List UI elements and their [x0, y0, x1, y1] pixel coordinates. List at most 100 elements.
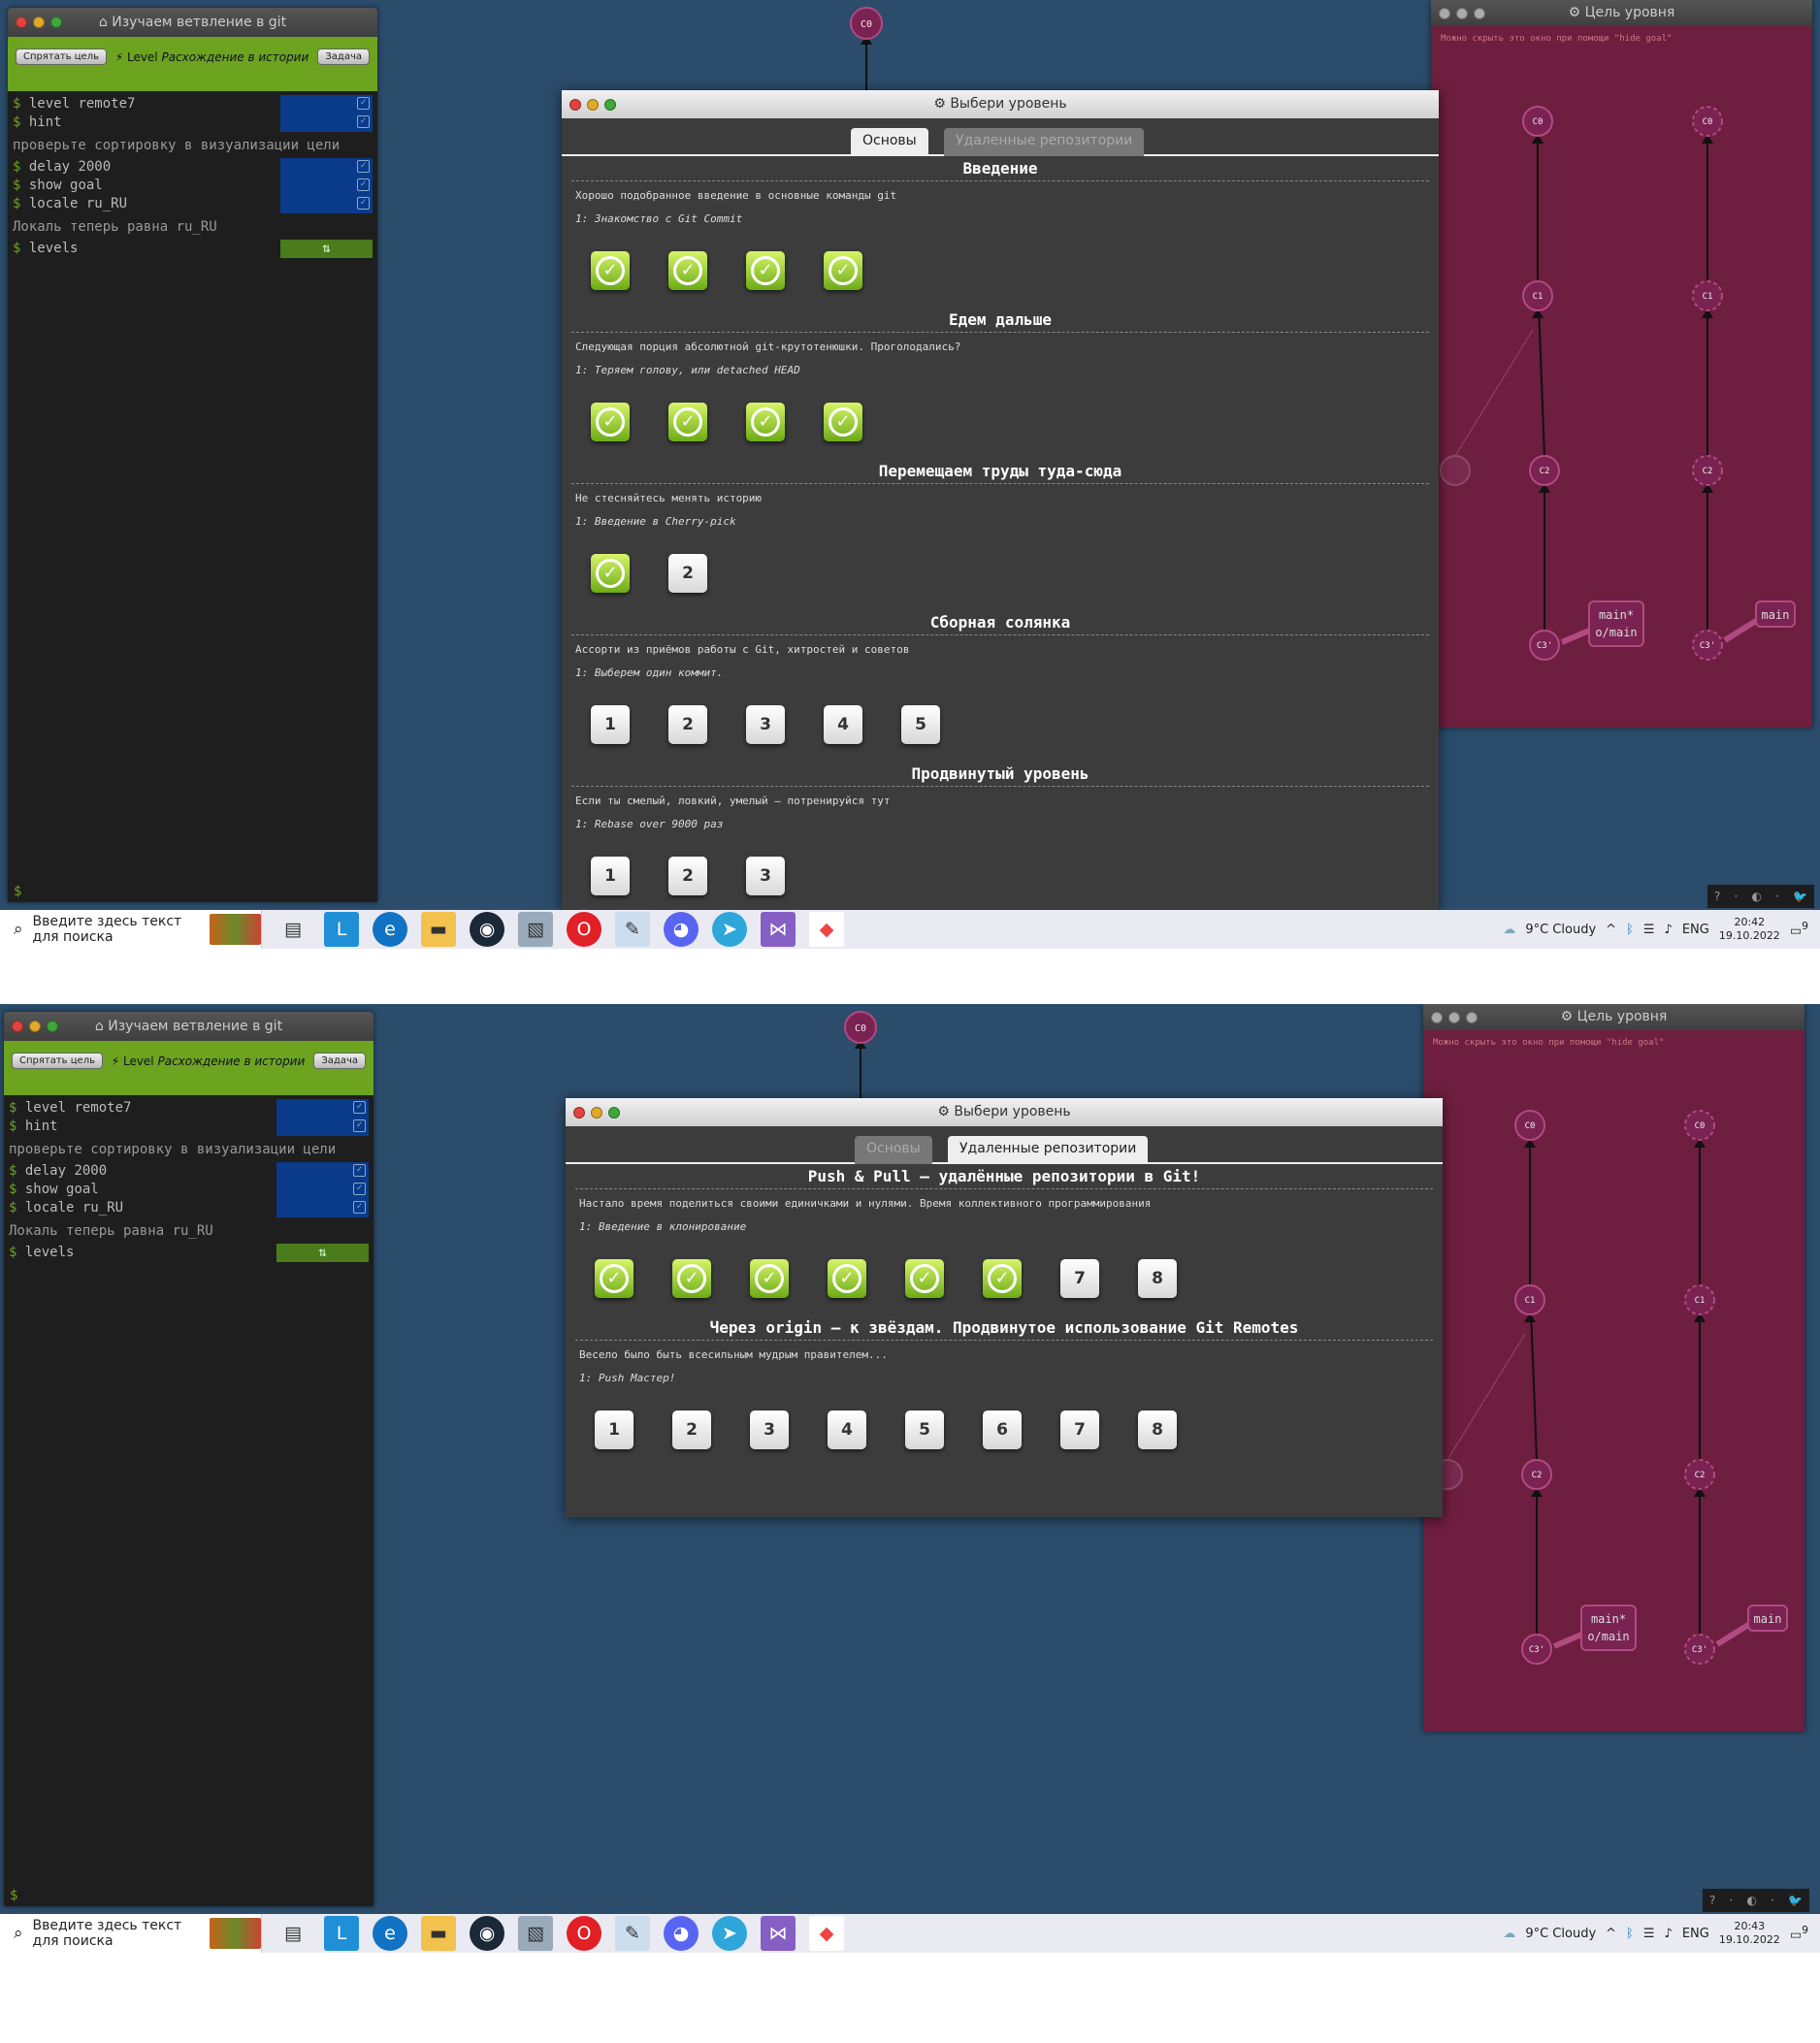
- edge-icon[interactable]: e: [373, 912, 407, 947]
- help-bar-icon[interactable]: ·: [1735, 890, 1739, 903]
- discord-icon[interactable]: ◕: [664, 912, 699, 947]
- level-button[interactable]: 4: [824, 705, 862, 744]
- level-button[interactable]: 2: [668, 705, 707, 744]
- notifications-icon[interactable]: ▭9: [1790, 920, 1808, 938]
- visual-studio-icon[interactable]: ⋈: [761, 1916, 796, 1951]
- level-button[interactable]: 4: [828, 1411, 866, 1449]
- level-button-completed[interactable]: ✓: [591, 403, 630, 441]
- help-bar-icon[interactable]: ·: [1730, 1894, 1734, 1907]
- tab-basics[interactable]: Основы: [855, 1136, 932, 1164]
- network-icon[interactable]: ☰: [1643, 923, 1655, 937]
- steam-icon[interactable]: ◉: [470, 1916, 504, 1951]
- help-bar-icon[interactable]: ◐: [1751, 890, 1761, 903]
- weather-text[interactable]: 9°C Cloudy: [1525, 1927, 1596, 1941]
- help-bar-icon[interactable]: ·: [1775, 890, 1779, 903]
- help-bar-icon[interactable]: ?: [1709, 1894, 1715, 1907]
- level-button[interactable]: 6: [983, 1411, 1022, 1449]
- volume-icon[interactable]: ♪: [1665, 1927, 1673, 1941]
- notifications-icon[interactable]: ▭9: [1790, 1924, 1808, 1942]
- file-explorer-icon[interactable]: ▬: [421, 912, 456, 947]
- weather-text[interactable]: 9°C Cloudy: [1525, 923, 1596, 937]
- level-button-completed[interactable]: ✓: [824, 251, 862, 290]
- telegram-icon[interactable]: ➤: [712, 912, 747, 947]
- clock[interactable]: 20:43 19.10.2022: [1719, 1920, 1780, 1947]
- help-bar-icon[interactable]: ?: [1714, 890, 1720, 903]
- help-bar-icon[interactable]: ◐: [1746, 1894, 1756, 1907]
- level-button-completed[interactable]: ✓: [824, 403, 862, 441]
- discord-icon[interactable]: ◕: [664, 1916, 699, 1951]
- level-button[interactable]: 8: [1138, 1411, 1177, 1449]
- level-button-completed[interactable]: ✓: [668, 251, 707, 290]
- language-indicator[interactable]: ENG: [1682, 1927, 1709, 1941]
- help-bar-icon[interactable]: ·: [1771, 1894, 1774, 1907]
- level-button-completed[interactable]: ✓: [746, 251, 785, 290]
- task-view-icon[interactable]: ▤: [276, 1916, 310, 1951]
- terminal-prompt[interactable]: $: [14, 884, 21, 899]
- level-button-completed[interactable]: ✓: [591, 554, 630, 593]
- level-button[interactable]: 7: [1060, 1411, 1099, 1449]
- app-l-icon[interactable]: L: [324, 912, 359, 947]
- tab-remote[interactable]: Удаленные репозитории: [944, 128, 1145, 156]
- level-button[interactable]: 1: [591, 857, 630, 895]
- paint-icon[interactable]: ✎: [615, 912, 650, 947]
- checkmark-icon: ✓: [673, 407, 702, 437]
- terminal-prompt[interactable]: $: [10, 1888, 17, 1903]
- level-button[interactable]: 3: [746, 705, 785, 744]
- level-button[interactable]: 8: [1138, 1259, 1177, 1298]
- bluetooth-icon[interactable]: ᛒ: [1626, 923, 1634, 937]
- steam-icon[interactable]: ◉: [470, 912, 504, 947]
- level-button[interactable]: 2: [668, 554, 707, 593]
- help-bar-icon[interactable]: 🐦: [1788, 1894, 1803, 1907]
- level-button-completed[interactable]: ✓: [591, 251, 630, 290]
- tab-basics[interactable]: Основы: [851, 128, 928, 156]
- opera-icon[interactable]: O: [567, 912, 601, 947]
- level-button-completed[interactable]: ✓: [595, 1259, 634, 1298]
- level-button-completed[interactable]: ✓: [828, 1259, 866, 1298]
- level-button[interactable]: 3: [750, 1411, 789, 1449]
- level-button-completed[interactable]: ✓: [668, 403, 707, 441]
- hide-goal-button[interactable]: Спрятать цель: [16, 49, 107, 65]
- task-button[interactable]: Задача: [317, 49, 370, 65]
- task-button[interactable]: Задача: [313, 1053, 366, 1069]
- level-button-completed[interactable]: ✓: [750, 1259, 789, 1298]
- level-button[interactable]: 5: [901, 705, 940, 744]
- tab-remote[interactable]: Удаленные репозитории: [948, 1136, 1149, 1164]
- task-view-icon[interactable]: ▤: [276, 912, 310, 947]
- edge-icon[interactable]: e: [373, 1916, 407, 1951]
- clock[interactable]: 20:42 19.10.2022: [1719, 916, 1780, 943]
- level-button[interactable]: 7: [1060, 1259, 1099, 1298]
- network-icon[interactable]: ☰: [1643, 1927, 1655, 1941]
- file-explorer-icon[interactable]: ▬: [421, 1916, 456, 1951]
- level-button[interactable]: 1: [595, 1411, 634, 1449]
- opera-icon[interactable]: O: [567, 1916, 601, 1951]
- level-button-completed[interactable]: ✓: [905, 1259, 944, 1298]
- chevron-up-icon[interactable]: ^: [1606, 1927, 1616, 1941]
- level-select-dialog: ⚙ Выбери уровень Основы Удаленные репози…: [566, 1098, 1443, 1517]
- level-button[interactable]: 5: [905, 1411, 944, 1449]
- gitkraken-icon[interactable]: ◆: [809, 1916, 844, 1951]
- telegram-icon[interactable]: ➤: [712, 1916, 747, 1951]
- level-button-completed[interactable]: ✓: [983, 1259, 1022, 1298]
- language-indicator[interactable]: ENG: [1682, 923, 1709, 937]
- goal-node-label: C0: [1533, 117, 1544, 127]
- help-bar-icon[interactable]: 🐦: [1793, 890, 1807, 903]
- level-button[interactable]: 3: [746, 857, 785, 895]
- volume-icon[interactable]: ♪: [1665, 923, 1673, 937]
- chevron-up-icon[interactable]: ^: [1606, 923, 1616, 937]
- level-button[interactable]: 1: [591, 705, 630, 744]
- bluetooth-icon[interactable]: ᛒ: [1626, 1927, 1634, 1941]
- hide-goal-button[interactable]: Спрятать цель: [12, 1053, 103, 1069]
- visual-studio-icon[interactable]: ⋈: [761, 912, 796, 947]
- photos-icon[interactable]: ▧: [518, 912, 553, 947]
- level-button[interactable]: 2: [668, 857, 707, 895]
- level-button[interactable]: 2: [672, 1411, 711, 1449]
- gitkraken-icon[interactable]: ◆: [809, 912, 844, 947]
- paint-icon[interactable]: ✎: [615, 1916, 650, 1951]
- photos-icon[interactable]: ▧: [518, 1916, 553, 1951]
- taskbar-search[interactable]: ⌕ Введите здесь текст для поиска: [0, 910, 262, 949]
- level-button-completed[interactable]: ✓: [746, 403, 785, 441]
- taskbar-search[interactable]: ⌕ Введите здесь текст для поиска: [0, 1914, 262, 1953]
- app-l-icon[interactable]: L: [324, 1916, 359, 1951]
- checkbox-icon: ✓: [353, 1201, 366, 1214]
- level-button-completed[interactable]: ✓: [672, 1259, 711, 1298]
